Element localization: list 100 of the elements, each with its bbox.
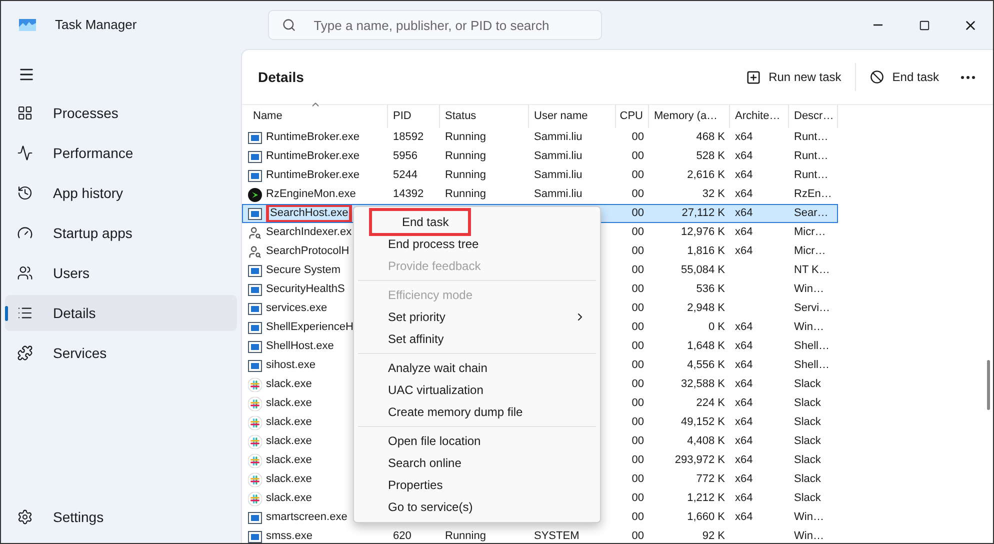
- table-cell: x64: [735, 378, 753, 390]
- table-cell: x64: [735, 226, 753, 238]
- table-cell: 00: [632, 435, 644, 448]
- table-cell: Running: [445, 188, 486, 200]
- table-cell: 00: [632, 302, 644, 314]
- table-cell: 1,816 K: [687, 245, 725, 258]
- table-cell: Sammi.liu: [534, 150, 582, 162]
- table-cell: Shell…: [794, 359, 830, 372]
- table-cell: 00: [632, 245, 644, 258]
- table-cell: 00: [632, 226, 644, 238]
- process-name: ShellHost.exe: [266, 340, 334, 353]
- table-cell: Sear…: [794, 207, 828, 220]
- process-name: SearchProtocolH: [266, 245, 350, 258]
- process-name: services.exe: [266, 302, 328, 315]
- table-cell: Slack: [794, 492, 821, 504]
- table-cell: 536 K: [696, 283, 725, 296]
- table-cell: 00: [632, 150, 644, 162]
- table-cell: 18592: [393, 131, 424, 144]
- process-name: smartscreen.exe: [266, 511, 348, 524]
- table-cell: Win…: [794, 321, 824, 334]
- table-cell: x64: [735, 150, 753, 162]
- table-cell: Running: [445, 169, 486, 182]
- table-cell: x64: [735, 321, 753, 334]
- table-cell: x64: [735, 397, 753, 410]
- table-cell: Sammi.liu: [534, 188, 582, 200]
- table-cell: 293,972 K: [674, 454, 725, 466]
- table-cell: Shell…: [794, 340, 830, 352]
- table-cell: x64: [735, 492, 753, 504]
- table-cell: 620: [393, 530, 412, 542]
- table-cell: 4,408 K: [687, 435, 725, 448]
- table-cell: 00: [632, 283, 644, 296]
- table-cell: x64: [735, 473, 753, 486]
- process-name: slack.exe: [266, 378, 312, 391]
- table-cell: 528 K: [696, 150, 725, 162]
- table-cell: Sammi.liu: [534, 169, 582, 182]
- table-cell: Win…: [794, 511, 824, 524]
- table-cell: x64: [735, 511, 753, 524]
- process-name: RuntimeBroker.exe: [266, 131, 360, 144]
- table-cell: 0 K: [708, 321, 725, 334]
- table-cell: 00: [632, 492, 644, 504]
- table-cell: 00: [632, 511, 644, 524]
- table-cell: 00: [632, 416, 644, 428]
- table-cell: Slack: [794, 416, 821, 428]
- table-cell: x64: [735, 359, 753, 372]
- process-name: SecurityHealthS: [266, 283, 345, 296]
- process-name: RuntimeBroker.exe: [266, 169, 360, 182]
- table-cell: 49,152 K: [680, 416, 725, 428]
- table-cell: x64: [735, 131, 753, 144]
- table-cell: 27,112 K: [682, 207, 725, 220]
- table-cell: Slack: [794, 397, 821, 410]
- table-cell: Runt…: [794, 150, 828, 162]
- page-title: Details: [258, 68, 304, 86]
- table-cell: Servi…: [794, 302, 830, 314]
- table-cell: 00: [632, 378, 644, 390]
- table-cell: x64: [735, 416, 753, 428]
- table-cell: Micr…: [794, 245, 826, 258]
- table-cell: x64: [735, 435, 753, 448]
- table-cell: Slack: [794, 473, 821, 486]
- table-cell: x64: [735, 207, 753, 220]
- process-name: smss.exe: [266, 530, 312, 543]
- table-cell: 00: [632, 131, 644, 144]
- table-cell: Runt…: [794, 169, 828, 182]
- table-cell: 14392: [393, 188, 424, 200]
- process-name: SearchIndexer.ex: [266, 226, 352, 239]
- window-title: Task Manager: [55, 16, 137, 34]
- table-cell: 00: [632, 169, 644, 182]
- table-cell: 772 K: [696, 473, 725, 486]
- table-cell: Slack: [794, 435, 821, 448]
- table-cell: 2,948 K: [687, 302, 725, 314]
- process-name: SearchHost.exe: [266, 204, 352, 223]
- process-name: Secure System: [266, 264, 341, 277]
- table-cell: Slack: [794, 378, 821, 390]
- table-cell: x64: [735, 340, 753, 352]
- process-name: slack.exe: [266, 397, 312, 410]
- table-cell: x64: [735, 188, 753, 200]
- table-cell: x64: [735, 454, 753, 466]
- process-name: ShellExperienceH: [266, 321, 354, 334]
- table-cell: 4,556 K: [687, 359, 725, 372]
- table-cell: x64: [735, 245, 753, 258]
- table-cell: 1,660 K: [687, 511, 725, 524]
- table-cell: 32 K: [702, 188, 725, 200]
- table-cell: 5956: [393, 150, 418, 162]
- table-cell: 00: [632, 473, 644, 486]
- table-cell: 12,976 K: [680, 226, 725, 238]
- process-name: RuntimeBroker.exe: [266, 150, 360, 163]
- table-cell: 1,212 K: [687, 492, 725, 504]
- process-name: slack.exe: [266, 492, 312, 505]
- table-cell: 00: [632, 188, 644, 200]
- table-cell: x64: [735, 169, 753, 182]
- process-name: slack.exe: [266, 435, 312, 448]
- table-cell: Win…: [794, 283, 824, 296]
- table-cell: 55,084 K: [680, 264, 725, 276]
- process-name: slack.exe: [266, 416, 312, 429]
- table-cell: 00: [632, 530, 644, 542]
- process-name: slack.exe: [266, 454, 312, 467]
- table-cell: Running: [445, 150, 486, 162]
- process-name: sihost.exe: [266, 359, 316, 372]
- table-cell: NT K…: [794, 264, 830, 276]
- table-cell: 2,616 K: [687, 169, 725, 182]
- table-cell: Runt…: [794, 131, 828, 144]
